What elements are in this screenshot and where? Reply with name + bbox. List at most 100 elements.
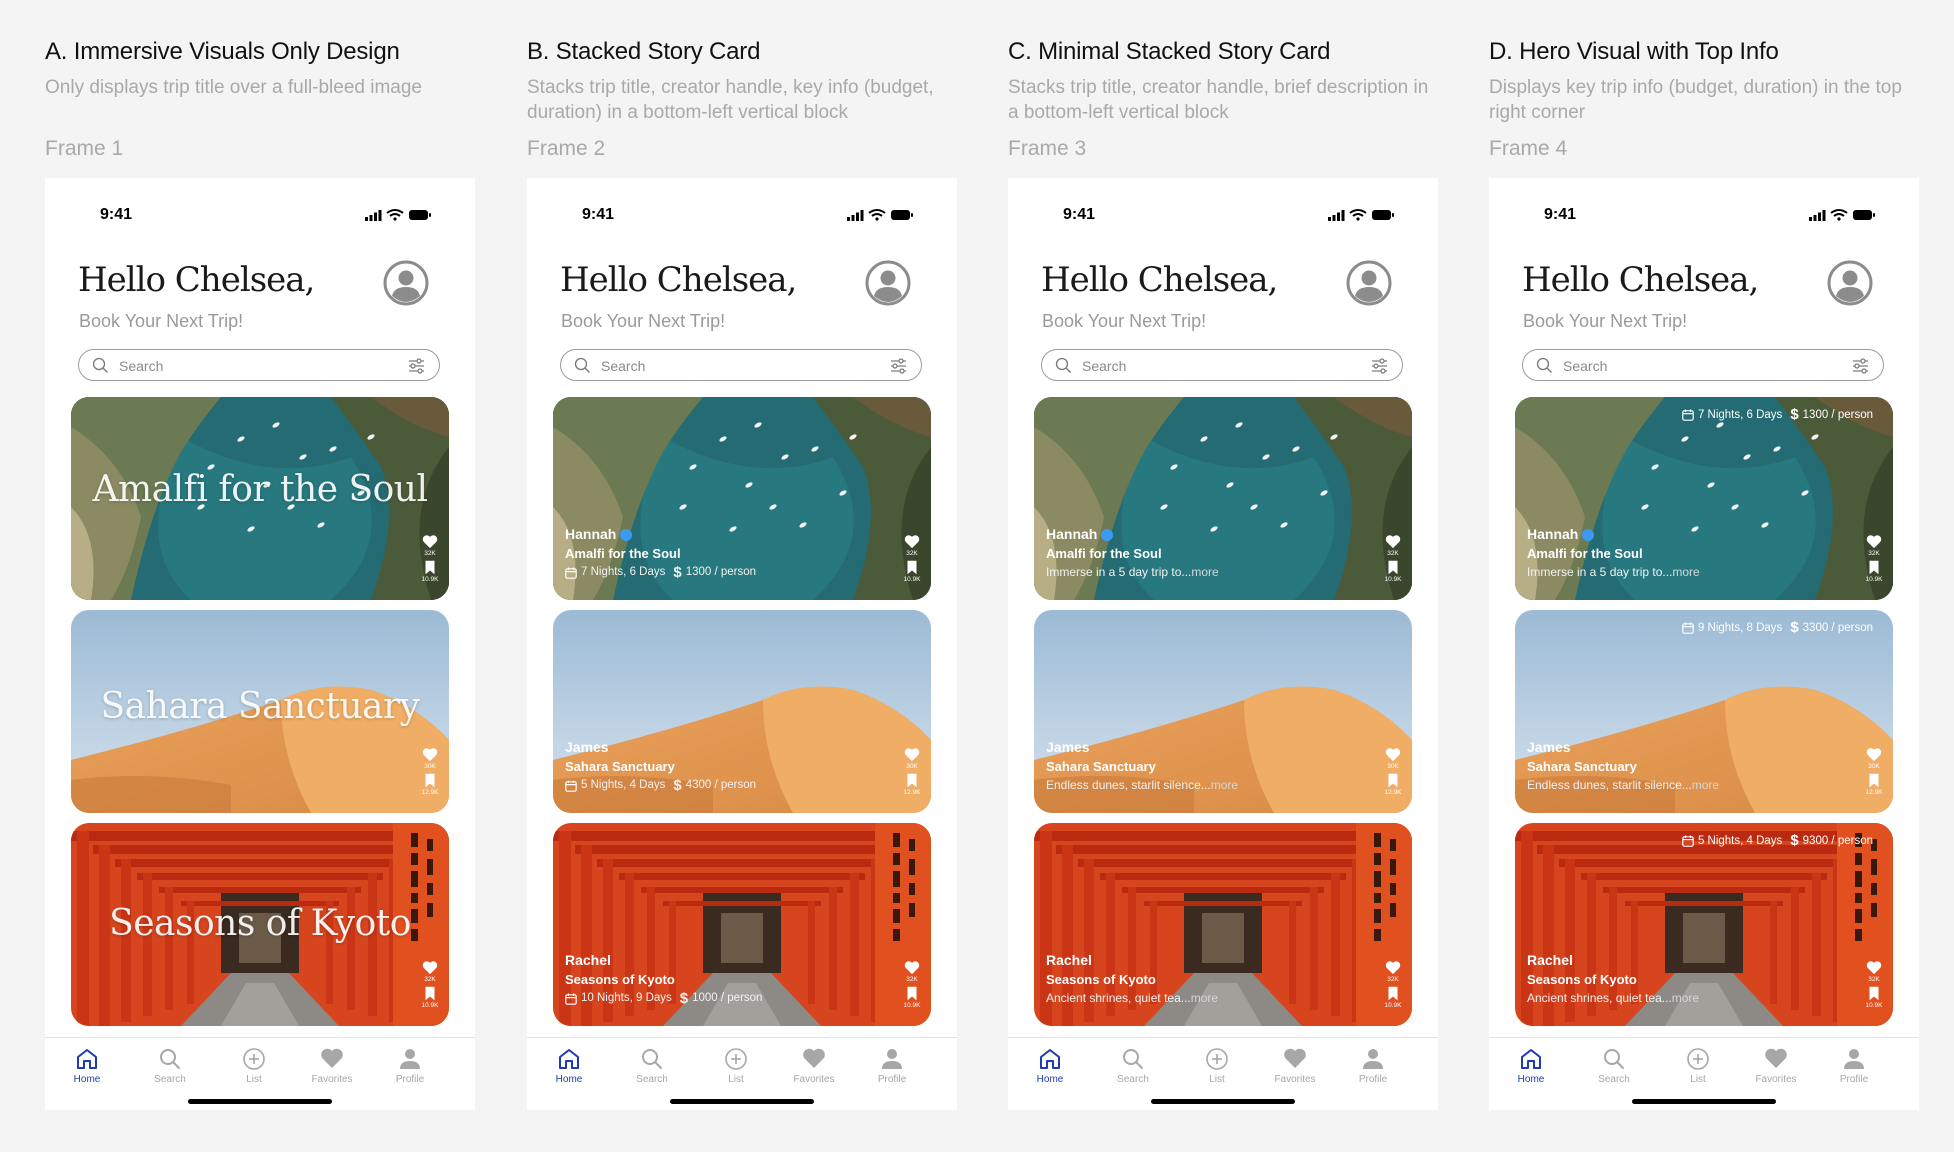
- creator-handle[interactable]: Hannah: [1527, 525, 1578, 544]
- search-bar[interactable]: Search: [560, 349, 922, 381]
- tab-favorites[interactable]: Favorites: [779, 1047, 849, 1085]
- like-button[interactable]: [1384, 534, 1402, 549]
- tab-search[interactable]: Search: [1098, 1047, 1168, 1085]
- more-link[interactable]: more: [1211, 778, 1238, 792]
- search-bar[interactable]: Search: [1522, 349, 1884, 381]
- like-button[interactable]: [903, 960, 921, 975]
- more-link[interactable]: more: [1692, 778, 1719, 792]
- tab-search[interactable]: Search: [135, 1047, 205, 1085]
- profile-avatar-icon[interactable]: [1827, 260, 1873, 306]
- tab-home[interactable]: Home: [52, 1047, 122, 1085]
- like-button[interactable]: [1384, 747, 1402, 762]
- tab-list[interactable]: List: [1663, 1047, 1733, 1085]
- heart-icon: [1865, 747, 1883, 762]
- tab-home[interactable]: Home: [534, 1047, 604, 1085]
- trip-card[interactable]: 7 Nights, 6 Days $ 1300 / person Hannah …: [1515, 397, 1893, 600]
- tab-search[interactable]: Search: [617, 1047, 687, 1085]
- save-button[interactable]: [1384, 773, 1402, 788]
- save-button[interactable]: [421, 986, 439, 1001]
- search-bar[interactable]: Search: [78, 349, 440, 381]
- tab-list[interactable]: List: [701, 1047, 771, 1085]
- more-link[interactable]: more: [1672, 991, 1699, 1005]
- search-input[interactable]: Search: [1563, 358, 1607, 374]
- profile-avatar-icon[interactable]: [1346, 260, 1392, 306]
- like-button[interactable]: [1865, 534, 1883, 549]
- more-link[interactable]: more: [1191, 565, 1218, 579]
- creator-handle[interactable]: Rachel: [1527, 951, 1573, 970]
- save-button[interactable]: [1384, 986, 1402, 1001]
- creator-handle[interactable]: Rachel: [1046, 951, 1092, 970]
- filter-icon[interactable]: [890, 357, 907, 374]
- search-bar[interactable]: Search: [1041, 349, 1403, 381]
- save-button[interactable]: [903, 986, 921, 1001]
- trip-card[interactable]: Hannah Amalfi for the Soul 7 Nights, 6 D…: [553, 397, 931, 600]
- trip-card[interactable]: Rachel Seasons of Kyoto 10 Nights, 9 Day…: [553, 823, 931, 1026]
- like-button[interactable]: [421, 960, 439, 975]
- like-button[interactable]: [903, 534, 921, 549]
- save-button[interactable]: [1865, 560, 1883, 575]
- tab-list[interactable]: List: [1182, 1047, 1252, 1085]
- creator-handle[interactable]: James: [1046, 738, 1090, 757]
- heart-icon: [421, 534, 439, 549]
- like-button[interactable]: [903, 747, 921, 762]
- like-button[interactable]: [1384, 960, 1402, 975]
- filter-icon[interactable]: [1852, 357, 1869, 374]
- save-button[interactable]: [1384, 560, 1402, 575]
- tab-label: Favorites: [1274, 1074, 1316, 1085]
- tab-profile[interactable]: Profile: [1819, 1047, 1889, 1085]
- like-count: 30K: [906, 763, 918, 770]
- like-count: 32K: [906, 550, 918, 557]
- tab-profile[interactable]: Profile: [375, 1047, 445, 1085]
- trip-card[interactable]: James Sahara Sanctuary Endless dunes, sta…: [1034, 610, 1412, 813]
- trip-card[interactable]: Hannah Amalfi for the Soul Immerse in a 5…: [1034, 397, 1412, 600]
- profile-avatar-icon[interactable]: [865, 260, 911, 306]
- creator-handle[interactable]: Rachel: [565, 951, 611, 970]
- search-icon: [1098, 1047, 1168, 1071]
- save-button[interactable]: [1865, 986, 1883, 1001]
- creator-handle[interactable]: Hannah: [1046, 525, 1097, 544]
- creator-handle[interactable]: James: [1527, 738, 1571, 757]
- tab-search[interactable]: Search: [1579, 1047, 1649, 1085]
- tab-profile[interactable]: Profile: [857, 1047, 927, 1085]
- search-input[interactable]: Search: [119, 358, 163, 374]
- tab-home[interactable]: Home: [1015, 1047, 1085, 1085]
- creator-handle[interactable]: James: [565, 738, 609, 757]
- like-button[interactable]: [421, 747, 439, 762]
- trip-card[interactable]: Seasons of Kyoto 32K 10.9K: [71, 823, 449, 1026]
- search-input[interactable]: Search: [1082, 358, 1126, 374]
- tab-list[interactable]: List: [219, 1047, 289, 1085]
- save-count: 10.9K: [421, 576, 439, 583]
- trip-card[interactable]: 5 Nights, 4 Days $ 9300 / person Rachel …: [1515, 823, 1893, 1026]
- save-button[interactable]: [421, 560, 439, 575]
- save-button[interactable]: [421, 773, 439, 788]
- like-button[interactable]: [1865, 960, 1883, 975]
- tab-favorites[interactable]: Favorites: [1741, 1047, 1811, 1085]
- save-button[interactable]: [1865, 773, 1883, 788]
- filter-icon[interactable]: [408, 357, 425, 374]
- search-icon: [1055, 357, 1071, 373]
- tab-home[interactable]: Home: [1496, 1047, 1566, 1085]
- like-button[interactable]: [1865, 747, 1883, 762]
- greeting-heading: Hello Chelsea,: [560, 260, 797, 300]
- tab-profile[interactable]: Profile: [1338, 1047, 1408, 1085]
- tab-favorites[interactable]: Favorites: [1260, 1047, 1330, 1085]
- save-button[interactable]: [903, 560, 921, 575]
- trip-card[interactable]: Sahara Sanctuary 30K 12.9K: [71, 610, 449, 813]
- creator-handle[interactable]: Hannah: [565, 525, 616, 544]
- trip-name: Amalfi for the Soul: [565, 546, 681, 561]
- more-link[interactable]: more: [1191, 991, 1218, 1005]
- more-link[interactable]: more: [1672, 565, 1699, 579]
- save-button[interactable]: [903, 773, 921, 788]
- profile-avatar-icon[interactable]: [383, 260, 429, 306]
- trip-card[interactable]: Amalfi for the Soul 32K 10.9K: [71, 397, 449, 600]
- like-count: 32K: [424, 976, 436, 983]
- card-actions: 30K 12.9K: [903, 747, 921, 799]
- trip-card[interactable]: Rachel Seasons of Kyoto Ancient shrines, …: [1034, 823, 1412, 1026]
- trip-card[interactable]: James Sahara Sanctuary 5 Nights, 4 Days …: [553, 610, 931, 813]
- tab-favorites[interactable]: Favorites: [297, 1047, 367, 1085]
- trip-card[interactable]: 9 Nights, 8 Days $ 3300 / person James S…: [1515, 610, 1893, 813]
- filter-icon[interactable]: [1371, 357, 1388, 374]
- trip-description: Immerse in a 5 day trip to...more: [1527, 565, 1700, 579]
- like-button[interactable]: [421, 534, 439, 549]
- search-input[interactable]: Search: [601, 358, 645, 374]
